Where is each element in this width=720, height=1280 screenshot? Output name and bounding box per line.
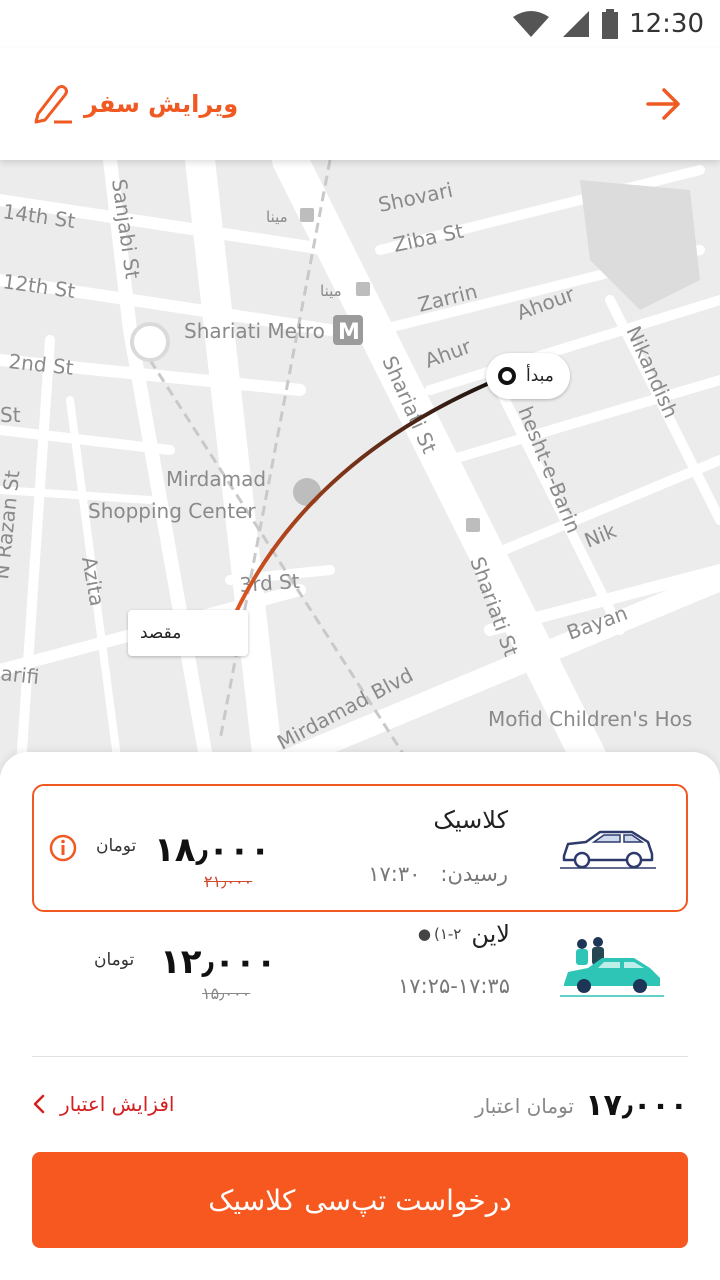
edit-trip-label: ویرایش سفر: [84, 90, 239, 118]
chevron-left-icon: [33, 1094, 45, 1114]
request-ride-label: درخواست تپ‌سی کلاسیک: [208, 1183, 512, 1217]
credit-label: تومان اعتبار: [474, 1094, 574, 1118]
wifi-icon: [513, 11, 550, 37]
battery-icon: [602, 9, 619, 39]
option-price-unit: تومان: [94, 950, 135, 970]
destination-label: مقصد: [140, 623, 182, 643]
credit-row: افزایش اعتبار تومان اعتبار ۱۷٫۰۰۰: [32, 1088, 688, 1128]
increase-credit-link[interactable]: افزایش اعتبار: [32, 1092, 174, 1116]
option-price: ۱۸٫۰۰۰: [154, 830, 271, 870]
ride-option-classic[interactable]: کلاسیک رسیدن: ۱۷:۳۰ ۱۸٫۰۰۰ ۲۱٫۰۰۰ تومان: [32, 784, 688, 912]
person-icon: ●: [417, 925, 431, 943]
destination-pin-label[interactable]: مقصد: [128, 610, 248, 656]
increase-credit-label: افزایش اعتبار: [60, 1092, 175, 1116]
option-capacity: ● (۱-۲: [418, 925, 461, 943]
divider: [32, 1056, 688, 1057]
svg-text:مینا: مینا: [266, 208, 288, 226]
svg-text:مینا: مینا: [320, 282, 342, 300]
svg-text:M: M: [338, 320, 360, 345]
option-arrival-time: ۱۷:۳۰: [368, 862, 421, 886]
option-old-price: ۲۱٫۰۰۰: [204, 872, 253, 891]
top-bar: ویرایش سفر: [0, 48, 720, 160]
origin-dot-icon: [498, 367, 516, 385]
option-arrival: رسیدن: ۱۷:۳۰: [368, 862, 508, 886]
map[interactable]: 14th St Sanjabi St 12th St 2nd St St N R…: [0, 160, 720, 780]
teal-car-icon: [560, 937, 664, 997]
origin-label: مبدأ: [526, 366, 554, 386]
origin-pin-label[interactable]: مبدأ: [486, 353, 570, 399]
request-ride-button[interactable]: درخواست تپ‌سی کلاسیک: [32, 1152, 688, 1248]
signal-icon: [563, 11, 590, 37]
arrow-forward-icon[interactable]: [644, 84, 684, 124]
option-old-price: ۱۵٫۰۰۰: [202, 984, 251, 1003]
credit-amount: ۱۷٫۰۰۰: [585, 1088, 688, 1123]
svg-text:Mofid Children's Hos: Mofid Children's Hos: [488, 707, 692, 731]
svg-text:Mirdamad: Mirdamad: [166, 467, 266, 491]
ride-option-line[interactable]: لاین ● (۱-۲ ۱۷:۲۵-۱۷:۳۵ ۱۲٫۰۰۰ ۱۵٫۰۰۰ تو…: [32, 920, 688, 1048]
map-streets: 14th St Sanjabi St 12th St 2nd St St N R…: [0, 160, 720, 780]
option-arrival-time: ۱۷:۲۵-۱۷:۳۵: [398, 974, 510, 998]
svg-text:St: St: [0, 403, 21, 427]
option-name: کلاسیک: [433, 806, 508, 834]
option-title: لاین ● (۱-۲: [418, 920, 510, 948]
white-car-icon: [560, 830, 656, 869]
option-arrival-label: رسیدن:: [440, 862, 508, 886]
option-capacity-text: (۱-۲: [433, 925, 462, 943]
status-bar: 12:30: [0, 0, 720, 48]
option-price: ۱۲٫۰۰۰: [160, 942, 277, 982]
pencil-icon: [34, 85, 72, 124]
edit-trip-button[interactable]: ویرایش سفر: [32, 84, 238, 124]
info-icon[interactable]: [48, 833, 78, 863]
svg-text:arifi: arifi: [0, 661, 40, 689]
svg-text:Shariati Metro: Shariati Metro: [184, 319, 325, 343]
option-name: لاین: [471, 920, 510, 948]
svg-text:Shopping Center: Shopping Center: [88, 499, 256, 523]
option-price-unit: تومان: [96, 836, 137, 856]
ride-options-sheet: کلاسیک رسیدن: ۱۷:۳۰ ۱۸٫۰۰۰ ۲۱٫۰۰۰ تومان …: [0, 752, 720, 1280]
clock: 12:30: [629, 9, 704, 39]
